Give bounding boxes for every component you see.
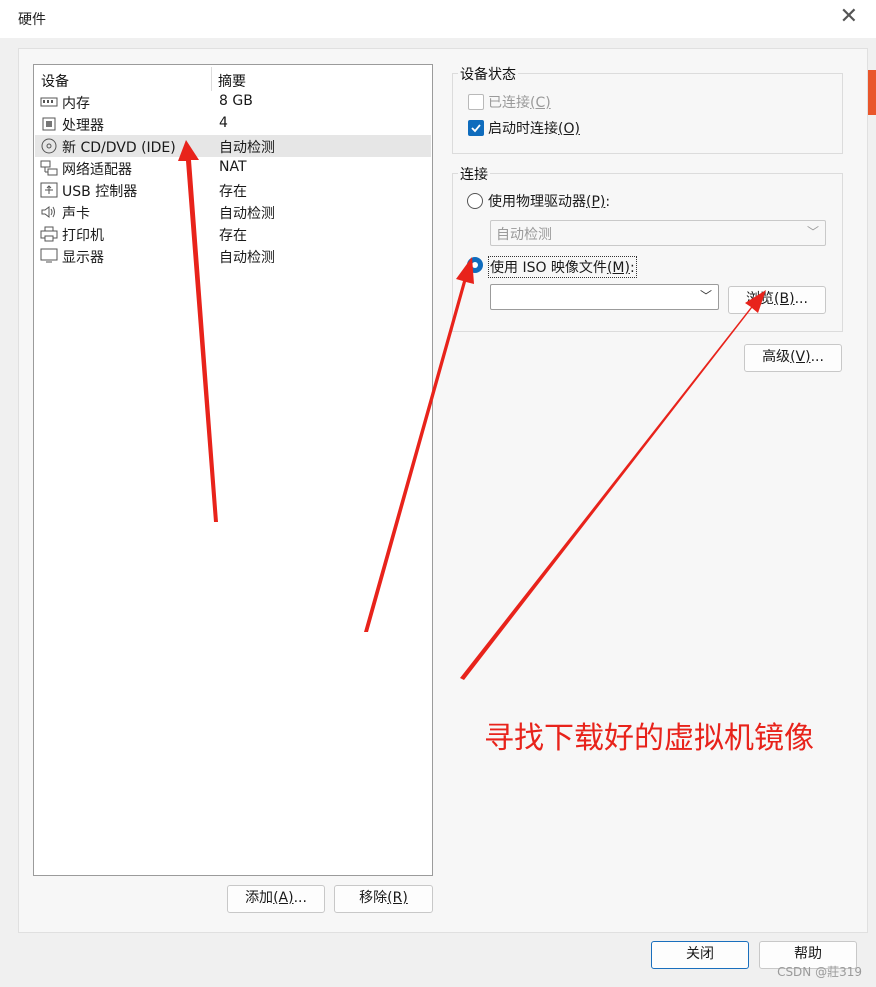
speaker-icon: [41, 206, 55, 218]
add-label: 添加: [245, 890, 274, 906]
watermark: CSDN @莊319: [777, 965, 862, 979]
device-name: USB 控制器: [62, 184, 138, 200]
add-ellipsis: ...: [293, 890, 307, 906]
advanced-button[interactable]: 高级(V)...: [744, 344, 842, 372]
add-button[interactable]: 添加(A)...: [227, 885, 325, 913]
close-button[interactable]: 关闭: [651, 941, 749, 969]
add-shortcut: (A): [273, 890, 294, 906]
column-divider[interactable]: [211, 67, 212, 91]
device-summary: 4: [219, 115, 228, 131]
device-row-network-adapter[interactable]: 网络适配器 NAT: [35, 157, 431, 179]
chevron-down-icon: ﹀: [806, 225, 819, 239]
physical-drive-select[interactable]: 自动检测 ﹀: [490, 220, 826, 246]
device-row-cd-dvd[interactable]: 新 CD/DVD (IDE) 自动检测: [35, 135, 431, 157]
background-window-fragment: [0, 22, 8, 42]
iso-path-combobox[interactable]: ﹀: [490, 284, 719, 310]
device-name: 显示器: [62, 250, 104, 266]
device-row-usb-controller[interactable]: USB 控制器 存在: [35, 179, 431, 201]
memory-icon: [40, 97, 58, 107]
display-icon: [40, 248, 58, 263]
connect-at-power-on-label: 启动时连接(O): [488, 121, 580, 137]
connected-label: 已连接(C): [488, 95, 551, 111]
network-adapter-icon: [40, 160, 58, 176]
device-summary: 存在: [219, 228, 247, 244]
device-summary: 存在: [219, 184, 247, 200]
processor-icon: [42, 117, 56, 131]
device-row-memory[interactable]: 内存 8 GB: [35, 91, 431, 113]
dialog-title: 硬件: [18, 12, 46, 28]
browse-button[interactable]: 浏览(B)...: [728, 286, 826, 314]
device-name: 打印机: [62, 228, 104, 244]
device-summary: 自动检测: [219, 250, 275, 266]
physical-drive-value: 自动检测: [496, 227, 552, 243]
device-column-header[interactable]: 设备: [41, 71, 69, 91]
remove-shortcut: (R): [387, 890, 408, 906]
iso-image-label: 使用 ISO 映像文件(M):: [488, 256, 637, 278]
device-row-display[interactable]: 显示器 自动检测: [35, 245, 431, 267]
device-list: 设备 摘要 内存 8 GB 处理器 4 新 CD/DVD (IDE) 自动检测 …: [33, 64, 433, 876]
annotation-text: 寻找下载好的虚拟机镜像: [484, 721, 814, 756]
connection-title: 连接: [458, 164, 490, 184]
device-name: 内存: [62, 96, 90, 112]
hardware-dialog: 硬件 ✕ 设备 摘要 内存 8 GB 处理器 4 新 CD/DVD (IDE) …: [0, 0, 876, 987]
summary-column-header[interactable]: 摘要: [218, 71, 246, 91]
device-name: 处理器: [62, 118, 104, 134]
title-bar: 硬件 ✕: [0, 0, 876, 38]
connected-checkbox[interactable]: [468, 94, 484, 110]
physical-drive-label: 使用物理驱动器(P):: [488, 194, 611, 210]
close-icon[interactable]: ✕: [840, 4, 858, 29]
device-row-printer[interactable]: 打印机 存在: [35, 223, 431, 245]
printer-icon: [40, 226, 58, 242]
device-name: 声卡: [62, 206, 90, 222]
iso-image-radio[interactable]: [467, 257, 483, 273]
device-row-sound-card[interactable]: 声卡 自动检测: [35, 201, 431, 223]
device-status-title: 设备状态: [458, 64, 518, 84]
connect-at-power-on-checkbox[interactable]: [468, 120, 484, 136]
device-summary: NAT: [219, 159, 247, 175]
device-name: 网络适配器: [62, 162, 132, 178]
checkmark-icon: [471, 124, 481, 133]
remove-button[interactable]: 移除(R): [334, 885, 433, 913]
device-summary: 自动检测: [219, 206, 275, 222]
device-row-processor[interactable]: 处理器 4: [35, 113, 431, 135]
remove-label: 移除: [359, 890, 388, 906]
usb-icon: [40, 182, 58, 198]
device-name: 新 CD/DVD (IDE): [62, 140, 176, 156]
physical-drive-radio[interactable]: [467, 193, 483, 209]
chevron-down-icon: ﹀: [699, 289, 712, 303]
device-status-group: [452, 73, 843, 154]
cd-dvd-icon: [41, 138, 57, 154]
device-summary: 8 GB: [219, 93, 253, 109]
device-summary: 自动检测: [219, 140, 275, 156]
